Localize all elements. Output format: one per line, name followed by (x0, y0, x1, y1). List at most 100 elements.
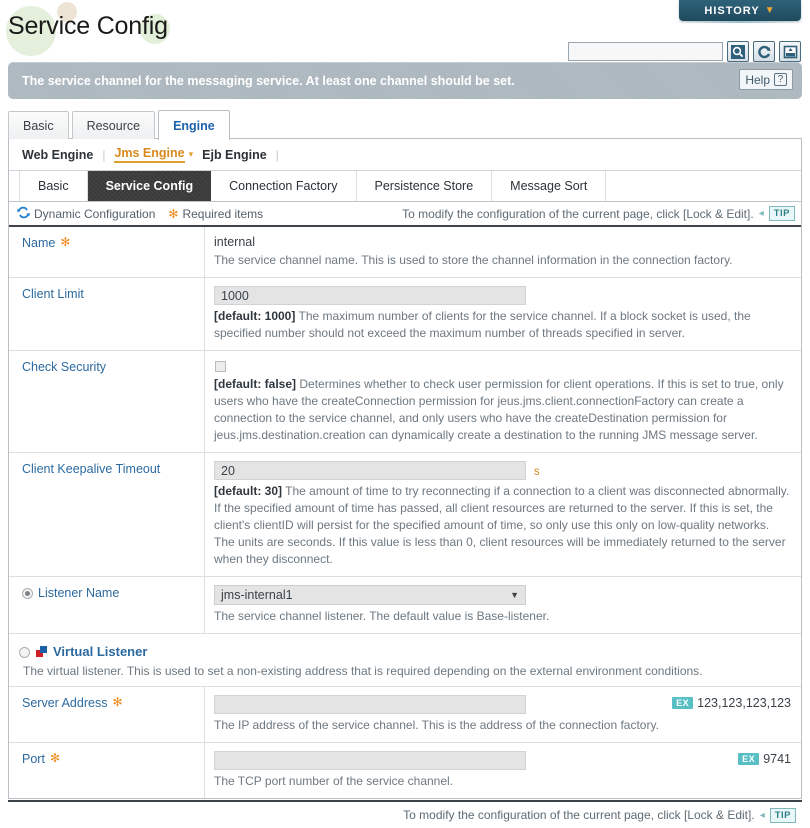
example-badge: EX (672, 697, 694, 709)
label-listener-name-text: Listener Name (38, 586, 120, 600)
virtual-listener-icon (36, 646, 47, 657)
field-row-port: Port ✻ EX 9741 The TCP port number of th… (9, 743, 801, 798)
search-input[interactable] (568, 42, 723, 61)
label-port: Port ✻ (9, 743, 205, 798)
virtual-listener-radio[interactable] (19, 647, 30, 658)
example-badge: EX (738, 753, 760, 765)
primary-tab-bar: Basic Resource Engine (8, 109, 810, 140)
tab-basic-2[interactable]: Basic (19, 171, 88, 201)
port-example-value: 9741 (763, 752, 791, 766)
keepalive-input-group: s (214, 461, 791, 483)
client-keepalive-timeout-description-text: The amount of time to try reconnecting i… (214, 484, 790, 566)
notice-banner: The service channel for the messaging se… (8, 62, 802, 99)
server-address-input[interactable] (214, 695, 526, 714)
field-row-client-limit: Client Limit [default: 1000] The maximum… (9, 278, 801, 351)
virtual-listener-title: Virtual Listener (53, 644, 148, 659)
client-limit-default-tag: [default: 1000] (214, 309, 296, 323)
port-input[interactable] (214, 751, 526, 770)
chevron-down-icon: ▼ (510, 590, 519, 600)
name-value: internal (214, 235, 255, 249)
label-server-address-text: Server Address (22, 696, 108, 710)
refresh-icon (757, 45, 772, 59)
engine-separator-2: | (275, 147, 279, 162)
name-description: The service channel name. This is used t… (214, 253, 733, 267)
tab-service-config[interactable]: Service Config (87, 171, 212, 201)
label-check-security: Check Security (9, 351, 205, 452)
client-limit-description-text: The maximum number of clients for the se… (214, 309, 751, 340)
help-label: Help (745, 72, 770, 87)
listener-name-select-wrapper: jms-internal1 ▼ (214, 585, 526, 605)
asterisk-icon: ✻ (49, 751, 60, 765)
tab-message-sort[interactable]: Message Sort (492, 171, 607, 201)
check-security-checkbox[interactable] (215, 361, 226, 372)
field-client-keepalive-timeout: s [default: 30] The amount of time to tr… (205, 453, 801, 576)
field-port: EX 9741 The TCP port number of the servi… (205, 743, 801, 798)
client-limit-description: [default: 1000] The maximum number of cl… (214, 308, 791, 342)
tab-connection-factory[interactable]: Connection Factory (211, 171, 357, 201)
client-limit-input[interactable] (214, 286, 526, 305)
client-keepalive-timeout-description: [default: 30] The amount of time to try … (214, 483, 791, 568)
history-button[interactable]: HISTORY ▼ (679, 0, 801, 21)
client-keepalive-timeout-default-tag: [default: 30] (214, 484, 283, 498)
tip-badge[interactable]: TIP (769, 807, 796, 823)
service-config-form: Name ✻ internal The service channel name… (9, 225, 801, 798)
engine-selector-bar: Web Engine | Jms Engine ▾ Ejb Engine | (9, 139, 801, 171)
required-items-legend: ✻ Required items (168, 207, 263, 221)
tab-basic[interactable]: Basic (8, 111, 69, 139)
xml-export-button[interactable] (779, 41, 801, 62)
chevron-down-icon: ▼ (764, 5, 776, 16)
field-row-name: Name ✻ internal The service channel name… (9, 227, 801, 278)
tab-engine[interactable]: Engine (158, 110, 230, 140)
server-address-description: The IP address of the service channel. T… (214, 718, 659, 732)
content-panel: Web Engine | Jms Engine ▾ Ejb Engine | B… (8, 138, 802, 799)
label-client-limit: Client Limit (9, 278, 205, 350)
field-row-server-address: Server Address ✻ EX 123,123,123,123 The … (9, 687, 801, 743)
header-toolbar (568, 41, 801, 62)
label-name-text: Name (22, 236, 56, 250)
field-row-listener-name: Listener Name jms-internal1 ▼ The servic… (9, 577, 801, 634)
client-keepalive-timeout-input[interactable] (214, 461, 526, 480)
virtual-listener-description: The virtual listener. This is used to se… (9, 664, 801, 687)
tip-arrow-icon: ◂ (759, 809, 765, 821)
label-server-address: Server Address ✻ (9, 687, 205, 742)
question-mark-icon: ? (774, 73, 787, 86)
field-check-security: [default: false] Determines whether to c… (205, 351, 801, 452)
search-button[interactable] (727, 41, 749, 62)
field-row-check-security: Check Security [default: false] Determin… (9, 351, 801, 453)
tab-resource[interactable]: Resource (71, 111, 156, 139)
field-server-address: EX 123,123,123,123 The IP address of the… (205, 687, 801, 742)
dynamic-configuration-legend: Dynamic Configuration (17, 206, 155, 222)
asterisk-icon: ✻ (60, 235, 71, 249)
port-example: EX 9741 (738, 752, 791, 766)
label-listener-name: Listener Name (9, 577, 205, 633)
engine-item-jms[interactable]: Jms Engine (114, 146, 185, 163)
listener-name-radio[interactable] (22, 588, 33, 599)
server-address-example: EX 123,123,123,123 (672, 696, 791, 710)
help-button[interactable]: Help ? (739, 69, 793, 90)
listener-name-select[interactable]: jms-internal1 (214, 585, 526, 605)
label-name: Name ✻ (9, 227, 205, 277)
tip-badge[interactable]: TIP (768, 206, 795, 221)
page-title: Service Config (8, 12, 168, 40)
footer-hint-text: To modify the configuration of the curre… (403, 808, 755, 822)
history-label: HISTORY (704, 4, 760, 17)
engine-item-ejb[interactable]: Ejb Engine (202, 148, 267, 162)
page-header: Service Config HISTORY ▼ (0, 0, 810, 62)
listener-name-description: The service channel listener. The defaul… (214, 609, 550, 623)
field-listener-name: jms-internal1 ▼ The service channel list… (205, 577, 801, 633)
engine-item-web[interactable]: Web Engine (22, 148, 93, 162)
history-underline (674, 21, 806, 23)
refresh-button[interactable] (753, 41, 775, 62)
listener-name-selected-value: jms-internal1 (221, 588, 293, 602)
check-security-description: [default: false] Determines whether to c… (214, 376, 791, 444)
asterisk-icon: ✻ (112, 695, 123, 709)
label-check-security-text: Check Security (22, 360, 107, 374)
chevron-down-icon[interactable]: ▾ (189, 149, 194, 160)
check-security-default-tag: [default: false] (214, 377, 297, 391)
server-address-example-value: 123,123,123,123 (697, 696, 791, 710)
port-description: The TCP port number of the service chann… (214, 774, 454, 788)
legend-hint: To modify the configuration of the curre… (402, 206, 795, 221)
tab-persistence-store[interactable]: Persistence Store (357, 171, 493, 201)
notice-banner-text: The service channel for the messaging se… (22, 73, 515, 88)
xml-export-icon (783, 45, 798, 59)
